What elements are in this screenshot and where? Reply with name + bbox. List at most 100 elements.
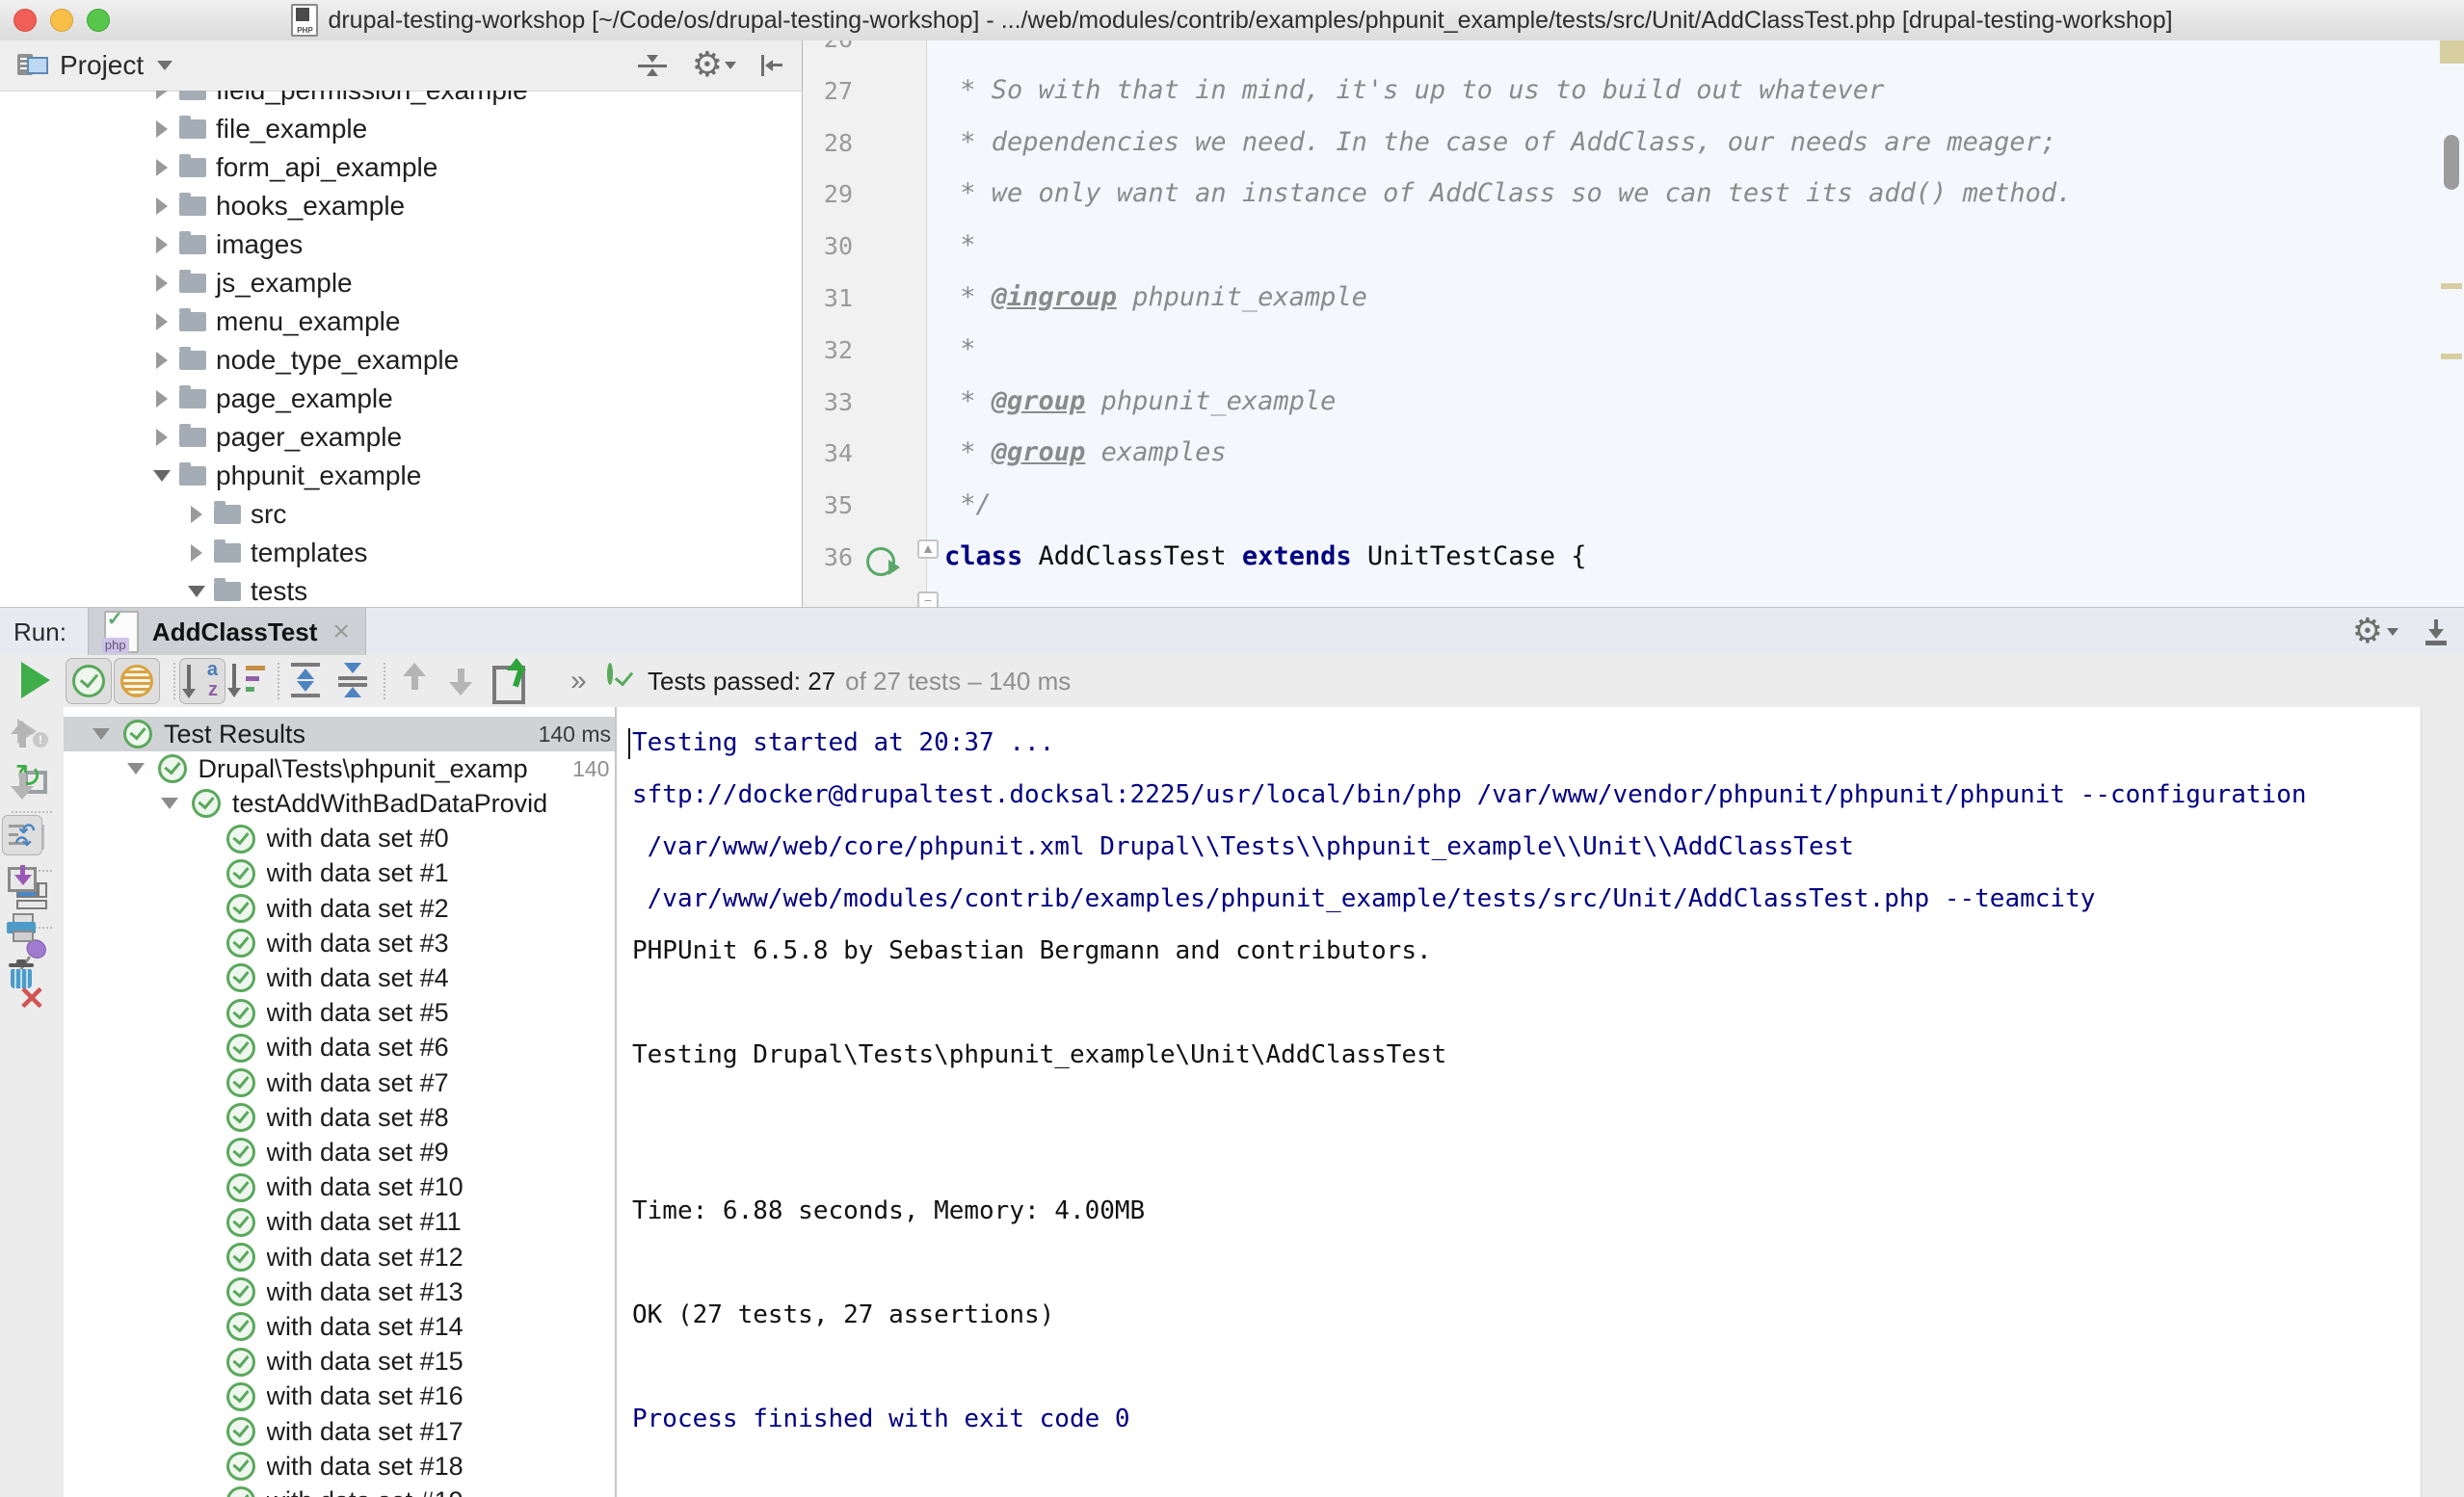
show-passed-toggle[interactable]	[66, 658, 112, 704]
test-tree-row[interactable]: with data set #140 ms	[64, 1309, 615, 1344]
test-tree-row[interactable]: with data set #180 ms	[64, 1449, 615, 1484]
project-tree-item-form_api_example[interactable]: form_api_example	[0, 148, 802, 187]
project-tree-item-menu_example[interactable]: menu_example	[0, 302, 802, 341]
expand-arrow-icon[interactable]	[179, 586, 214, 597]
test-tree-row[interactable]: with data set #10 ms	[64, 856, 615, 891]
minimize-window-button[interactable]	[50, 9, 73, 32]
folder-icon	[179, 119, 206, 139]
expand-arrow-icon[interactable]	[145, 159, 179, 176]
test-tree-row[interactable]: Test Results140 ms	[64, 717, 615, 751]
zoom-window-button[interactable]	[87, 9, 110, 32]
rerun-button[interactable]	[13, 658, 58, 702]
expand-arrow-icon[interactable]	[145, 313, 179, 330]
project-tree-item-js_example[interactable]: js_example	[0, 264, 802, 302]
test-tree-row[interactable]: with data set #190 ms	[64, 1484, 615, 1497]
test-passed-icon	[226, 1138, 255, 1167]
fold-marker-icon[interactable]: ▲	[917, 539, 939, 559]
show-ignored-toggle[interactable]	[114, 658, 160, 704]
test-tree-row[interactable]: with data set #60 ms	[64, 1031, 615, 1065]
sort-by-duration-button[interactable]	[227, 658, 272, 702]
print-button[interactable]	[0, 913, 43, 940]
project-tree-item-pager_example[interactable]: pager_example	[0, 418, 802, 457]
run-tab-addclasstest[interactable]: ✓ php AddClassTest ×	[88, 608, 366, 656]
chevron-down-icon[interactable]	[157, 61, 172, 70]
test-passed-icon	[226, 825, 255, 854]
test-tree-row[interactable]: with data set #80 ms	[64, 1100, 615, 1135]
test-tree-row[interactable]: with data set #50 ms	[64, 996, 615, 1031]
expand-arrow-icon[interactable]	[147, 798, 192, 809]
chevron-down-icon	[2387, 628, 2398, 636]
test-tree-row[interactable]: testAddWithBadDataProvid0 ms	[64, 786, 615, 821]
expand-arrow-icon[interactable]	[145, 236, 179, 253]
project-tree-item-page_example[interactable]: page_example	[0, 380, 802, 418]
expand-arrow-icon[interactable]	[145, 470, 179, 482]
project-tree-item-field_permission_example[interactable]: field_permission_example	[0, 91, 802, 110]
previous-occurrence-button[interactable]	[392, 658, 437, 702]
test-tree-row[interactable]: Drupal\Tests\phpunit_examp140 ms	[64, 751, 615, 786]
project-panel-title[interactable]: Project	[60, 50, 144, 81]
expand-arrow-icon[interactable]	[145, 390, 179, 407]
test-tree-row[interactable]: with data set #120 ms	[64, 1240, 615, 1274]
up-stack-trace-button[interactable]	[0, 722, 43, 753]
test-duration: 140 ms	[567, 756, 615, 782]
close-window-button[interactable]	[13, 9, 37, 32]
console-line: Testing Drupal\Tests\phpunit_example\Uni…	[632, 1029, 1446, 1081]
expand-arrow-icon[interactable]	[114, 763, 158, 775]
project-tree-item-src[interactable]: src	[0, 495, 802, 534]
test-tree-row[interactable]: with data set #170 ms	[64, 1414, 615, 1449]
expand-arrow-icon[interactable]	[145, 120, 179, 138]
expand-all-button[interactable]	[283, 658, 328, 702]
test-tree-row[interactable]: with data set #100 ms	[64, 1170, 615, 1205]
hide-run-panel-icon[interactable]	[2422, 617, 2451, 646]
expand-arrow-icon[interactable]	[145, 429, 179, 446]
soft-wrap-toggle[interactable]: ↶↷	[0, 815, 43, 855]
test-name: with data set #13	[267, 1277, 616, 1307]
expand-arrow-icon[interactable]	[145, 352, 179, 369]
project-tree-item-hooks_example[interactable]: hooks_example	[0, 187, 802, 225]
next-occurrence-button[interactable]	[438, 658, 483, 702]
collapse-all-icon[interactable]	[638, 51, 667, 80]
down-stack-trace-button[interactable]	[0, 769, 43, 800]
test-console-output[interactable]: Testing started at 20:37 ...sftp://docke…	[615, 707, 2423, 1497]
scrollbar-warning-mark[interactable]	[2441, 283, 2462, 289]
inspection-status-square[interactable]	[2440, 40, 2464, 64]
code-editor[interactable]: 2627282930313233343536 ▲ − * So with tha…	[803, 40, 2464, 609]
project-tree-item-phpunit_example[interactable]: phpunit_example	[0, 457, 802, 495]
folder-icon	[179, 466, 206, 486]
project-settings-button[interactable]: ⚙	[692, 51, 736, 80]
export-test-results-button[interactable]	[487, 658, 531, 702]
test-tree-row[interactable]: with data set #160 ms	[64, 1379, 615, 1414]
collapse-all-button[interactable]	[331, 658, 375, 702]
test-tree-row[interactable]: with data set #70 ms	[64, 1065, 615, 1100]
close-tab-icon[interactable]: ×	[332, 616, 350, 648]
expand-arrow-icon[interactable]	[145, 197, 179, 215]
test-tree-row[interactable]: with data set #00 ms	[64, 822, 615, 856]
run-settings-button[interactable]: ⚙	[2352, 617, 2398, 646]
sort-alphabetically-toggle[interactable]: az	[179, 658, 225, 704]
expand-arrow-icon[interactable]	[179, 506, 214, 523]
test-tree-row[interactable]: with data set #90 ms	[64, 1135, 615, 1169]
clear-all-button[interactable]	[0, 961, 43, 990]
project-tree-item-images[interactable]: images	[0, 225, 802, 264]
expand-arrow-icon[interactable]	[145, 91, 179, 99]
expand-arrow-icon[interactable]	[145, 275, 179, 292]
expand-arrow-icon[interactable]	[79, 728, 123, 740]
project-tree-item-node_type_example[interactable]: node_type_example	[0, 341, 802, 380]
test-tree-row[interactable]: with data set #110 ms	[64, 1205, 615, 1240]
more-actions-chevrons[interactable]: »	[570, 665, 587, 697]
test-tree-row[interactable]: with data set #130 ms	[64, 1274, 615, 1309]
scrollbar-warning-mark[interactable]	[2441, 354, 2462, 359]
run-test-gutter-icon[interactable]	[866, 547, 895, 576]
test-tree-row[interactable]: with data set #40 ms	[64, 960, 615, 995]
test-tree-row[interactable]: with data set #20 ms	[64, 891, 615, 926]
expand-arrow-icon[interactable]	[179, 544, 214, 562]
test-tree-row[interactable]: with data set #30 ms	[64, 926, 615, 960]
down-arrow-icon	[9, 769, 36, 800]
test-tree-row[interactable]: with data set #150 ms	[64, 1345, 615, 1379]
hide-panel-icon[interactable]	[761, 53, 786, 78]
project-tree-item-file_example[interactable]: file_example	[0, 110, 802, 148]
project-tree-item-templates[interactable]: templates	[0, 534, 802, 572]
editor-scrollbar[interactable]	[2444, 135, 2459, 190]
scroll-to-end-button[interactable]	[0, 865, 43, 892]
project-tree-item-tests[interactable]: tests	[0, 572, 802, 607]
